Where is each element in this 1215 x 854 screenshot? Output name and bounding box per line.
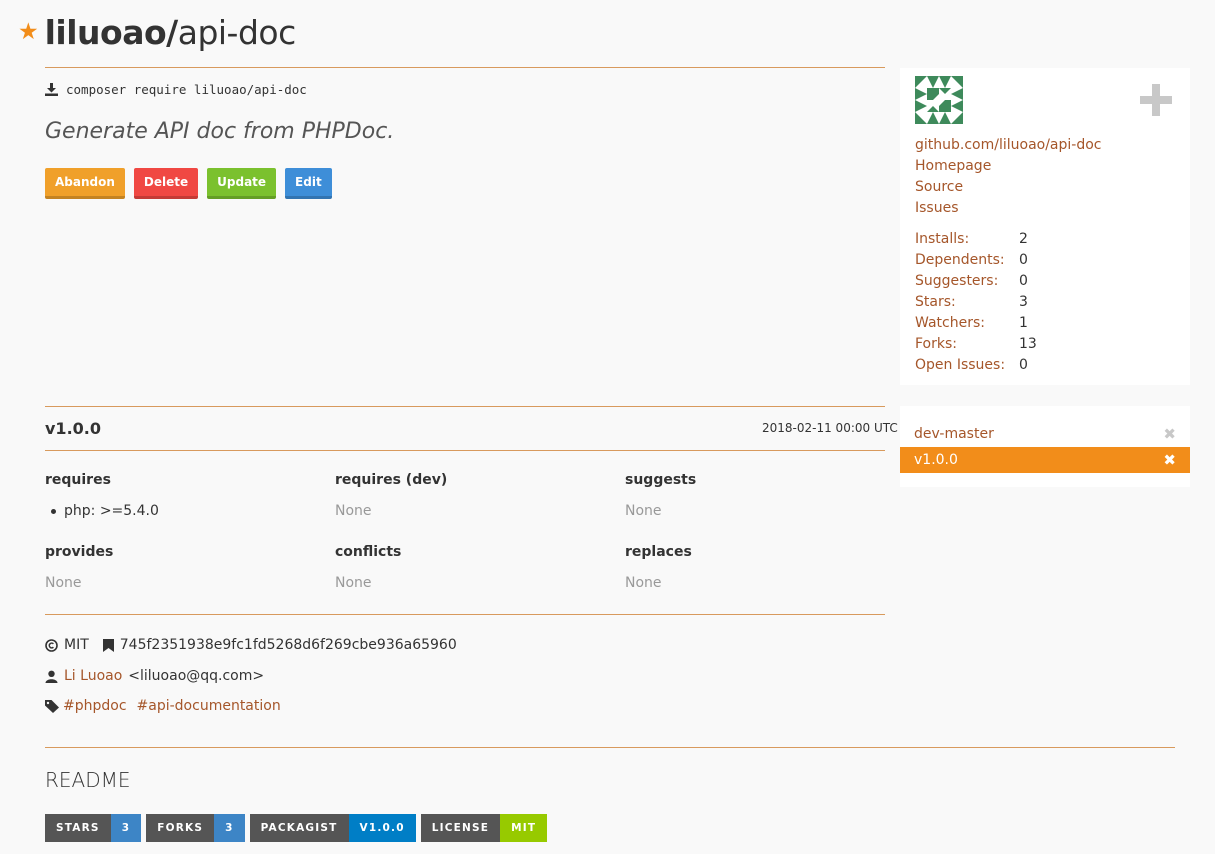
author-email: <liluoao@qq.com> [128,668,265,684]
tag-icon [45,699,59,713]
provides-heading: provides [45,544,114,560]
provides-none: None [45,575,82,591]
stat-label[interactable]: Forks: [915,334,1019,355]
requires-heading: requires [45,472,111,488]
suggests-heading: suggests [625,472,697,488]
divider [45,747,1175,748]
reference-hash: 745f2351938e9fc1fd5268d6f269cbe936a65960 [119,637,457,653]
license-text: MIT [64,637,89,653]
user-icon [45,670,58,683]
requires-dev-none: None [335,503,372,519]
badge-value: V1.0.0 [348,814,416,842]
plus-icon[interactable] [1140,84,1172,116]
requires-dev-heading: requires (dev) [335,472,448,488]
update-button[interactable]: Update [207,168,277,199]
readme-badges: STARS 3 FORKS 3 PACKAGIST V1.0.0 LICENSE… [45,814,548,842]
tags-row: #phpdoc #api-documentation [45,698,281,714]
action-buttons: Abandon Delete Update Edit [45,168,332,199]
stat-value: 2 [1019,231,1028,247]
stat-label[interactable]: Open Issues: [915,355,1019,376]
close-icon[interactable]: ✖ [1163,451,1176,469]
tag-phpdoc[interactable]: #phpdoc [63,698,127,714]
stat-value: 0 [1019,252,1028,268]
vendor-name[interactable]: liluoao/ [45,13,179,52]
version-title: v1.0.0 [45,419,101,438]
stat-row-dependents: Dependents: 0 [915,250,1037,271]
version-label[interactable]: dev-master [914,426,994,442]
badge-label: FORKS [146,814,215,842]
packagist-badge[interactable]: PACKAGIST V1.0.0 [249,814,416,842]
stat-label[interactable]: Installs: [915,229,1019,250]
package-sidebar: github.com/liluoao/api-doc Homepage Sour… [900,68,1190,385]
author-row: Li Luoao <liluoao@qq.com> [45,668,264,684]
download-icon [45,83,58,96]
stat-label[interactable]: Stars: [915,292,1019,313]
forks-badge[interactable]: FORKS 3 [146,814,245,842]
stat-value: 0 [1019,357,1028,373]
identicon-avatar[interactable] [915,76,963,124]
author-name-link[interactable]: Li Luoao [64,668,122,684]
delete-button[interactable]: Delete [133,168,199,199]
replaces-heading: replaces [625,544,692,560]
version-item-v1-0-0[interactable]: v1.0.0 ✖ [900,447,1190,473]
install-command-text[interactable]: composer require liluoao/api-doc [66,82,307,97]
badge-label: STARS [45,814,111,842]
repository-link[interactable]: github.com/liluoao/api-doc [915,135,1102,156]
divider [45,614,885,615]
divider [45,450,885,451]
divider [45,406,885,407]
version-item-dev-master[interactable]: dev-master ✖ [900,421,1190,447]
edit-button[interactable]: Edit [285,168,332,199]
conflicts-heading: conflicts [335,544,402,560]
requires-item-label: php: >=5.4.0 [64,503,159,519]
replaces-none: None [625,575,662,591]
badge-value: MIT [500,814,548,842]
stars-badge[interactable]: STARS 3 [45,814,142,842]
readme-heading: README [45,768,131,792]
version-date: 2018-02-11 00:00 UTC [762,421,898,435]
suggests-none: None [625,503,662,519]
close-icon[interactable]: ✖ [1163,425,1176,443]
copyright-icon [45,638,58,652]
source-link[interactable]: Source [915,177,1102,198]
stat-value: 0 [1019,273,1028,289]
stat-row-suggesters: Suggesters: 0 [915,271,1037,292]
version-label[interactable]: v1.0.0 [914,452,958,468]
package-description: Generate API doc from PHPDoc. [45,119,395,144]
page-title: ★ liluoao/ api-doc [18,10,296,54]
license-reference-row: MIT 745f2351938e9fc1fd5268d6f269cbe936a6… [45,637,457,653]
star-icon[interactable]: ★ [18,20,39,44]
abandon-button[interactable]: Abandon [45,168,125,199]
badge-value: 3 [110,814,142,842]
stat-label[interactable]: Dependents: [915,250,1019,271]
bookmark-icon [102,638,114,652]
tag-api-documentation[interactable]: #api-documentation [137,698,281,714]
stat-value: 1 [1019,315,1028,331]
issues-link[interactable]: Issues [915,198,1102,219]
stat-value: 13 [1019,336,1037,352]
versions-list: dev-master ✖ v1.0.0 ✖ [900,406,1190,487]
badge-value: 3 [214,814,245,842]
badge-label: LICENSE [420,814,501,842]
license-badge[interactable]: LICENSE MIT [420,814,548,842]
install-command: composer require liluoao/api-doc [45,82,307,97]
badge-label: PACKAGIST [249,814,349,842]
conflicts-none: None [335,575,372,591]
package-stats: Installs: 2 Dependents: 0 Suggesters: 0 Sta… [915,229,1037,376]
homepage-link[interactable]: Homepage [915,156,1102,177]
divider [45,67,885,68]
stat-row-stars: Stars: 3 [915,292,1037,313]
package-name: api-doc [177,12,297,52]
requires-item: php: >=5.4.0 [45,503,159,519]
stat-row-watchers: Watchers: 1 [915,313,1037,334]
stat-row-forks: Forks: 13 [915,334,1037,355]
bullet-icon [51,508,56,514]
package-links: github.com/liluoao/api-doc Homepage Sour… [915,135,1102,219]
stat-label[interactable]: Watchers: [915,313,1019,334]
stat-label[interactable]: Suggesters: [915,271,1019,292]
stat-value: 3 [1019,294,1028,310]
stat-row-installs: Installs: 2 [915,229,1037,250]
stat-row-open-issues: Open Issues: 0 [915,355,1037,376]
